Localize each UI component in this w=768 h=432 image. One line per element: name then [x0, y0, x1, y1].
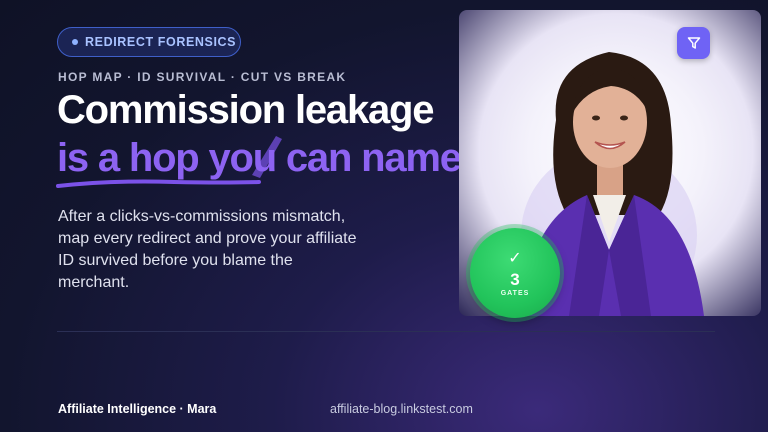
category-pill: REDIRECT FORENSICS [57, 27, 241, 57]
category-label: REDIRECT FORENSICS [85, 35, 237, 49]
footer-url[interactable]: affiliate-blog.linkstest.com [330, 402, 473, 416]
gates-unit: GATES [500, 289, 530, 297]
body-paragraph: After a clicks-vs-commissions mismatch, … [58, 208, 357, 291]
check-icon: ✓ [508, 247, 522, 267]
pill-dot [72, 39, 78, 45]
kicker-text: HOP MAP · ID SURVIVAL · CUT VS BREAK [58, 70, 347, 84]
gates-badge: ✓ 3 GATES [470, 228, 560, 318]
footer-divider [57, 331, 715, 332]
headline-line-2: is a hop you can name [57, 136, 462, 180]
gates-count: 3 [510, 269, 520, 289]
filter-button[interactable] [677, 27, 710, 59]
filter-icon [687, 37, 700, 49]
footer-brand: Affiliate Intelligence · Mara [58, 402, 217, 416]
